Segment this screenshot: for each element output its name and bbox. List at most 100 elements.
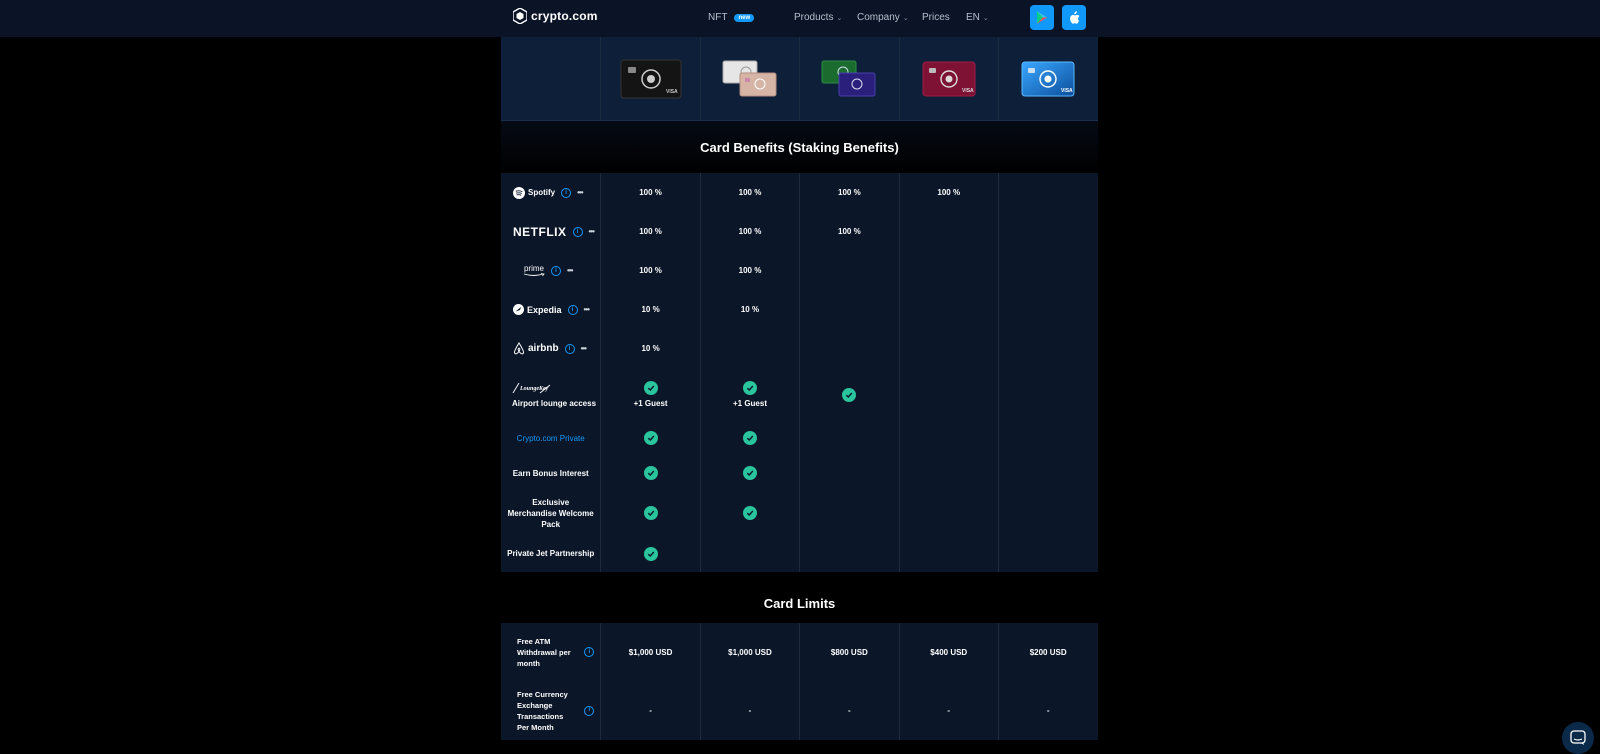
- benefit-row-expedia: Expedia i ••• 10 % 10 %: [501, 290, 1098, 329]
- info-icon[interactable]: i: [551, 265, 561, 276]
- benefit-label-expedia: Expedia i •••: [501, 290, 600, 329]
- apple-icon: [1070, 10, 1080, 24]
- benefit-value: [898, 251, 998, 290]
- svg-text:VISA: VISA: [1061, 88, 1073, 94]
- merch-value: [799, 491, 898, 535]
- benefit-row-merchandise: Exclusive Merchandise Welcome Pack: [501, 491, 1098, 535]
- benefit-value: 100 %: [699, 251, 799, 290]
- limit-value: -: [600, 681, 699, 740]
- card-comparison-container: VISA VISA VISA Card Benefits (Staking Be…: [501, 37, 1098, 740]
- card-limits-table: Free ATM Withdrawal per month i $1,000 U…: [501, 623, 1098, 740]
- check-icon: [643, 506, 658, 520]
- benefit-value: [898, 290, 998, 329]
- nav-nft[interactable]: NFT new: [708, 12, 755, 23]
- nav-prices-label: Prices: [922, 12, 950, 23]
- empty-header-cell: [501, 37, 600, 120]
- benefit-row-jet: Private Jet Partnership: [501, 535, 1098, 572]
- nav-products[interactable]: Products ⌄: [794, 12, 842, 23]
- new-badge: new: [734, 13, 755, 22]
- atm-label: Free ATM Withdrawal per month: [517, 636, 571, 668]
- bonus-value: [699, 455, 799, 491]
- merch-value: [898, 491, 998, 535]
- card-benefits-table: Spotify i ••• 100 % 100 % 100 % 100 % NE…: [501, 173, 1098, 572]
- limit-value: -: [997, 681, 1097, 740]
- jade-indigo-card-image: [821, 60, 876, 96]
- svg-text:VISA: VISA: [962, 88, 974, 94]
- private-value: [997, 421, 1097, 455]
- more-icon[interactable]: •••: [567, 266, 573, 275]
- benefit-row-airbnb: airbnb i ••• 10 %: [501, 329, 1098, 368]
- more-icon[interactable]: •••: [577, 188, 583, 197]
- benefit-label-prime: prime i •••: [501, 251, 600, 290]
- nav-nft-label: NFT: [708, 12, 728, 23]
- limit-label-atm: Free ATM Withdrawal per month i: [501, 623, 600, 681]
- benefit-row-private: Crypto.com Private: [501, 421, 1098, 455]
- crypto-com-logo[interactable]: crypto.com: [513, 8, 598, 24]
- netflix-logo: NETFLIX: [513, 224, 567, 239]
- benefit-row-spotify: Spotify i ••• 100 % 100 % 100 % 100 %: [501, 173, 1098, 212]
- guest-label: +1 Guest: [732, 399, 767, 408]
- spotify-logo: Spotify: [513, 186, 555, 199]
- info-icon[interactable]: i: [584, 647, 595, 657]
- obsidian-card-image: VISA: [620, 59, 682, 98]
- more-icon[interactable]: •••: [589, 227, 595, 236]
- app-store-button[interactable]: [1062, 5, 1086, 30]
- benefit-label-private: Crypto.com Private: [501, 421, 600, 455]
- crypto-com-private-link[interactable]: Crypto.com Private: [517, 434, 585, 443]
- nav-prices[interactable]: Prices: [922, 12, 950, 23]
- benefit-label-jet: Private Jet Partnership: [507, 549, 595, 558]
- limit-row-atm: Free ATM Withdrawal per month i $1,000 U…: [501, 623, 1098, 681]
- lounge-value: +1 Guest: [699, 368, 799, 421]
- limit-value: $400 USD: [898, 623, 998, 681]
- obsidian-card-cell: VISA: [600, 37, 699, 120]
- private-value: [699, 421, 799, 455]
- crypto-com-logo-icon: [513, 8, 527, 24]
- limit-value: $800 USD: [799, 623, 898, 681]
- benefit-label-spotify: Spotify i •••: [501, 173, 600, 212]
- ruby-steel-card-image: VISA: [922, 61, 976, 96]
- check-icon: [742, 506, 757, 520]
- google-play-button[interactable]: [1030, 5, 1054, 30]
- jet-value: [600, 535, 699, 572]
- benefit-value: [799, 290, 898, 329]
- info-icon[interactable]: i: [564, 343, 575, 354]
- card-images-row: VISA VISA VISA: [501, 37, 1098, 121]
- info-icon[interactable]: i: [567, 304, 578, 315]
- check-icon: [643, 381, 658, 395]
- jet-value: [898, 535, 998, 572]
- royal-indigo-card-cell: VISA: [997, 37, 1097, 120]
- benefit-value: [898, 329, 998, 368]
- language-selector[interactable]: EN ⌄: [966, 12, 989, 23]
- more-icon[interactable]: •••: [584, 305, 590, 314]
- info-icon[interactable]: i: [572, 226, 583, 237]
- chevron-down-icon: ⌄: [982, 14, 989, 22]
- more-icon[interactable]: •••: [581, 344, 587, 353]
- airbnb-icon: [513, 342, 525, 355]
- check-icon: [742, 381, 757, 395]
- bonus-value: [799, 455, 898, 491]
- top-navbar: crypto.com NFT new Products ⌄ Company ⌄ …: [0, 0, 1600, 37]
- frosted-rose-gold-card-cell: [699, 37, 799, 120]
- info-icon[interactable]: i: [561, 187, 572, 198]
- benefit-value: 10 %: [600, 329, 699, 368]
- royal-indigo-card-image: VISA: [1021, 61, 1075, 96]
- bonus-value: [898, 455, 998, 491]
- limit-value: $1,000 USD: [600, 623, 699, 681]
- info-icon[interactable]: i: [584, 705, 595, 716]
- benefit-label-airbnb: airbnb i •••: [501, 329, 600, 368]
- limit-label-fx: Free Currency Exchange Transactions Per …: [501, 681, 600, 740]
- airbnb-logo: airbnb: [513, 342, 559, 355]
- fx-label: Free Currency Exchange Transactions Per …: [517, 689, 568, 732]
- chat-support-button[interactable]: [1562, 722, 1594, 754]
- benefit-label-netflix: NETFLIX i •••: [501, 212, 600, 251]
- limit-value: -: [898, 681, 998, 740]
- frosted-rose-gold-card-image: [722, 60, 777, 96]
- check-icon: [742, 466, 757, 480]
- benefit-value: 10 %: [600, 290, 699, 329]
- benefit-row-lounge: LoungeKey Airport lounge access +1 Guest…: [501, 368, 1098, 421]
- bonus-value: [997, 455, 1097, 491]
- limit-row-fx: Free Currency Exchange Transactions Per …: [501, 681, 1098, 740]
- guest-label: +1 Guest: [633, 399, 668, 408]
- limit-value: $200 USD: [997, 623, 1097, 681]
- nav-company[interactable]: Company ⌄: [857, 12, 909, 23]
